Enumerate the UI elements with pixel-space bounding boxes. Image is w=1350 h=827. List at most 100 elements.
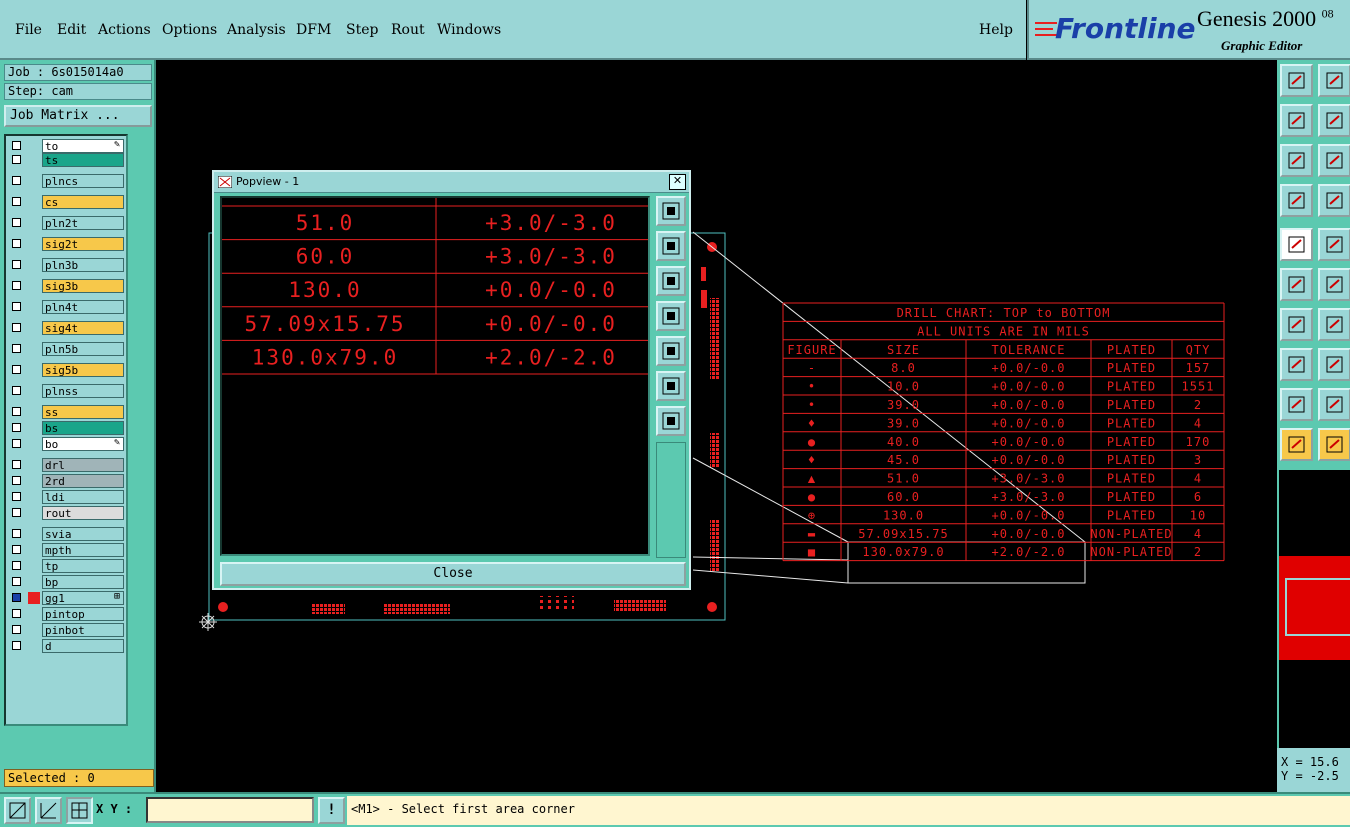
pan-right-icon[interactable] (1318, 104, 1350, 137)
zoom-top-icon[interactable] (1280, 64, 1313, 97)
layer-name[interactable]: pln4t (42, 300, 124, 314)
layer-name[interactable]: pln3b (42, 258, 124, 272)
layer-checkbox[interactable] (12, 508, 21, 517)
layer-row-bs[interactable]: bs (8, 421, 126, 436)
layer-name[interactable]: pln2t (42, 216, 124, 230)
layer-checkbox[interactable] (12, 609, 21, 618)
layer-row-2rd[interactable]: 2rd (8, 474, 126, 489)
layer-name[interactable]: sig3b (42, 279, 124, 293)
pan-left-icon[interactable] (656, 301, 686, 331)
layer-name[interactable]: plnss (42, 384, 124, 398)
menu-file[interactable]: File (15, 22, 42, 38)
layer-checkbox[interactable] (12, 561, 21, 570)
pointer-icon[interactable] (1280, 428, 1313, 461)
layer-checkbox[interactable] (12, 323, 21, 332)
line-add-icon[interactable] (1280, 308, 1313, 341)
zoom-window-icon[interactable] (656, 196, 686, 226)
layer-name[interactable]: rout (42, 506, 124, 520)
zoom-bottom-icon[interactable] (1318, 64, 1350, 97)
close-icon[interactable]: ✕ (669, 174, 686, 190)
layer-name[interactable]: gg1 (42, 591, 124, 605)
job-matrix-button[interactable]: Job Matrix ... (4, 105, 152, 127)
layer-checkbox[interactable] (12, 460, 21, 469)
arc-add-icon[interactable] (1318, 308, 1350, 341)
surface-add-icon[interactable] (1318, 348, 1350, 381)
snap-node-icon[interactable] (1280, 268, 1313, 301)
layer-name[interactable]: pln5b (42, 342, 124, 356)
layer-checkbox[interactable] (12, 141, 21, 150)
layer-row-cs[interactable]: cs (8, 195, 126, 210)
feature-select-icon[interactable] (1280, 228, 1313, 261)
layer-checkbox[interactable] (12, 197, 21, 206)
measure-icon[interactable] (1280, 184, 1313, 217)
layer-checkbox[interactable] (12, 155, 21, 164)
layer-name[interactable]: bp (42, 575, 124, 589)
layer-row-plnss[interactable]: plnss (8, 384, 126, 399)
snap-grid-icon[interactable] (66, 797, 93, 824)
layer-checkbox[interactable] (12, 577, 21, 586)
menu-analysis[interactable]: Analysis (227, 22, 286, 38)
menu-edit[interactable]: Edit (57, 22, 86, 38)
popview-titlebar[interactable]: Popview - 1 ✕ (214, 172, 689, 193)
layer-name[interactable]: mpth (42, 543, 124, 557)
layer-row-tp[interactable]: tp (8, 559, 126, 574)
net-select-icon[interactable] (1318, 228, 1350, 261)
layer-row-pintop[interactable]: pintop (8, 607, 126, 622)
layer-row-sig5b[interactable]: sig5b (8, 363, 126, 378)
layer-name[interactable]: pinbot (42, 623, 124, 637)
layer-checkbox[interactable] (12, 344, 21, 353)
overview-window[interactable] (1277, 470, 1350, 748)
menu-actions[interactable]: Actions (98, 22, 151, 38)
zoom-area-icon[interactable] (4, 797, 31, 824)
layer-checkbox[interactable] (12, 476, 21, 485)
pan-up-icon[interactable] (656, 231, 686, 261)
zoom-out-icon[interactable] (656, 371, 686, 401)
pan-down-icon[interactable] (656, 266, 686, 296)
layer-row-mpth[interactable]: mpth (8, 543, 126, 558)
menu-options[interactable]: Options (162, 22, 217, 38)
layer-checkbox[interactable] (12, 593, 21, 602)
layer-name[interactable]: sig2t (42, 237, 124, 251)
layer-name[interactable]: bo (42, 437, 124, 451)
zoom-in-icon[interactable] (656, 406, 686, 436)
layer-row-rout[interactable]: rout (8, 506, 126, 521)
polygon-edit-icon[interactable] (1318, 388, 1350, 421)
layer-name[interactable]: svia (42, 527, 124, 541)
menu-step[interactable]: Step (346, 22, 378, 38)
layer-name[interactable]: pintop (42, 607, 124, 621)
fit-profile-icon[interactable] (1318, 144, 1350, 177)
layer-row-to[interactable]: to ✎ (8, 139, 126, 154)
layer-row-ts[interactable]: ts (8, 153, 126, 168)
layer-row-drl[interactable]: drl (8, 458, 126, 473)
layer-row-pln3b[interactable]: pln3b (8, 258, 126, 273)
layer-row-pln5b[interactable]: pln5b (8, 342, 126, 357)
layer-name[interactable]: d (42, 639, 124, 653)
pad-add-icon[interactable] (1280, 348, 1313, 381)
layer-checkbox[interactable] (12, 302, 21, 311)
layer-row-d[interactable]: d (8, 639, 126, 654)
layer-checkbox[interactable] (12, 492, 21, 501)
layer-row-sig2t[interactable]: sig2t (8, 237, 126, 252)
layer-checkbox[interactable] (12, 529, 21, 538)
alert-button[interactable]: ! (318, 797, 345, 824)
layer-name[interactable]: ts (42, 153, 124, 167)
layer-checkbox[interactable] (12, 365, 21, 374)
layer-checkbox[interactable] (12, 545, 21, 554)
menu-dfm[interactable]: DFM (296, 22, 331, 38)
layer-row-sig3b[interactable]: sig3b (8, 279, 126, 294)
measure-icon[interactable] (35, 797, 62, 824)
layer-checkbox[interactable] (12, 386, 21, 395)
layer-row-svia[interactable]: svia (8, 527, 126, 542)
layer-checkbox[interactable] (12, 439, 21, 448)
popview-close-button[interactable]: Close (220, 562, 686, 586)
layer-row-ldi[interactable]: ldi (8, 490, 126, 505)
layer-checkbox[interactable] (12, 218, 21, 227)
layer-checkbox[interactable] (12, 176, 21, 185)
pan-left-icon[interactable] (1280, 104, 1313, 137)
polygon-add-icon[interactable] (1280, 388, 1313, 421)
layer-checkbox[interactable] (12, 625, 21, 634)
menu-windows[interactable]: Windows (437, 22, 501, 38)
menu-help[interactable]: Help (979, 22, 1013, 38)
layer-row-plncs[interactable]: plncs (8, 174, 126, 189)
fit-all-icon[interactable] (1280, 144, 1313, 177)
